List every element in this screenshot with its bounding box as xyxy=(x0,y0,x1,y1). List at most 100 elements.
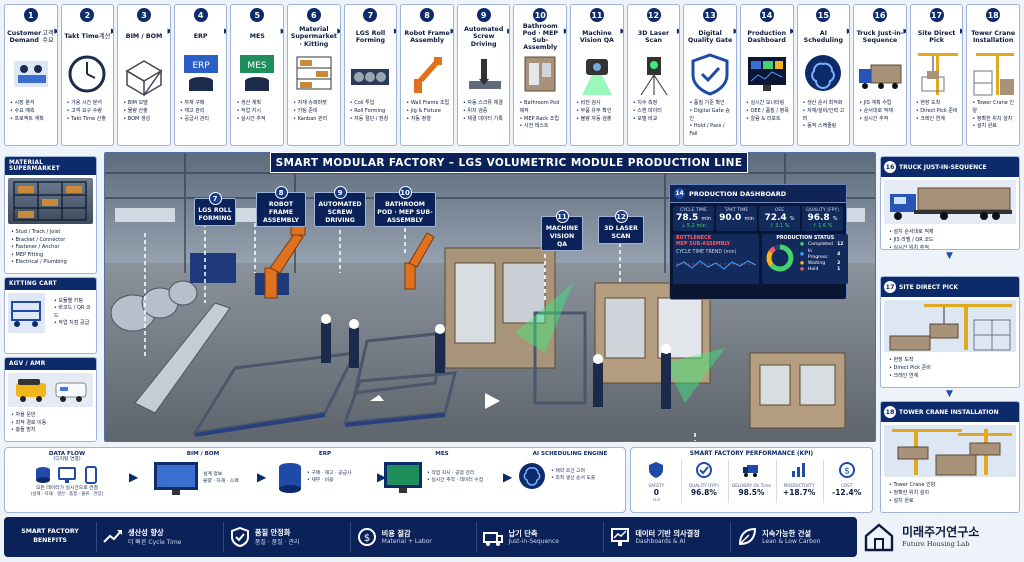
arrow-down-icon: ▼ xyxy=(946,251,953,261)
dashboard-header: 14 PRODUCTION DASHBOARD xyxy=(670,185,846,203)
step-7-icon xyxy=(347,51,393,97)
step-item: Kanban 관리 xyxy=(293,116,338,124)
step-title-text: Customer Demand xyxy=(7,29,42,44)
list-item: 실시간 위치 추적 xyxy=(889,245,1015,250)
kpi-cards: SAFETY 0 사고 QUALITY (FPY) 96.8% DELIVERY On T… xyxy=(631,457,872,504)
kpi-card: $ COST -12.4% xyxy=(823,460,869,504)
step-5: 5 MES MES 생산 계획작업 지시실시간 추적 ▶ xyxy=(230,4,285,146)
step-number: 13 xyxy=(703,8,718,22)
dashboard-icon xyxy=(611,528,630,546)
list-item: 정확한 위치 설치 xyxy=(889,490,1015,498)
step-item: Tower Crane 인양 xyxy=(972,100,1017,116)
step-16: 16 Truck Just-in-Sequence JIS 계획 수립순서대로 적재… xyxy=(853,4,907,146)
step-2-icon xyxy=(64,51,110,97)
site-image xyxy=(884,300,1016,352)
step-6: 6 Material Supermarket · Kitting 자재 슈퍼마켓키팅… xyxy=(287,4,341,146)
cost-icon: $ xyxy=(357,528,376,546)
data-flow-panel: DATA FLOW (디지털 연결) 모든 데이터가 실시간으로 연결 (설계 … xyxy=(4,447,626,513)
brain-icon xyxy=(519,463,545,489)
step-17-icon xyxy=(914,51,960,97)
step-items: Coil 투입Roll Forming자동 절단 / 펀칭 xyxy=(345,97,397,123)
step-item: 시장 분석 xyxy=(10,100,55,108)
step-subtitle: 계산 xyxy=(98,33,111,41)
step-arrow-icon: ▶ xyxy=(224,27,226,35)
data-flow-block: DATA FLOW (디지털 연결) 모든 데이터가 실시간으로 연결 (설계 … xyxy=(11,451,123,511)
step-9-icon xyxy=(461,51,507,97)
bottleneck-value: MEP SUB-ASSEMBLY xyxy=(676,242,731,248)
bim-bom-text: 설계 정보 물량 · 자재 · 스펙 xyxy=(203,472,239,484)
step-item: 품질 기준 확인 xyxy=(689,100,734,108)
truck-jis-card: 16TRUCK JUST-IN-SEQUENCE 설치 순서대로 적재JIS 라… xyxy=(880,156,1020,250)
step-title-text: LGS Roll Forming xyxy=(355,29,386,44)
monitor-icon xyxy=(58,466,76,483)
step-item: 작업 지시 xyxy=(236,108,281,116)
benefit-title: 생산성 향상 xyxy=(128,527,164,537)
step-item: Hold / Pass / Fail xyxy=(689,123,734,139)
kpi-value: 98.5% xyxy=(738,488,765,498)
step-title-text: Takt Time xyxy=(64,33,99,41)
mes-title: MES xyxy=(435,451,449,457)
tower-crane-card: 18TOWER CRANE INSTALLATION Tower Crane 인… xyxy=(880,401,1020,513)
status-donut-chart xyxy=(766,244,794,272)
step-title: AI Scheduling xyxy=(798,23,850,51)
step-item: 고객 요구 수량 xyxy=(67,108,112,116)
agv-amr-title: AGV / AMR xyxy=(5,358,96,370)
logo-title: 미래주거연구소 xyxy=(902,525,980,540)
step-items: 시장 분석수요 예측프로젝트 계획 xyxy=(5,97,57,123)
step-item: 프로젝트 계획 xyxy=(10,116,55,124)
step-item: 수요 예측 xyxy=(10,108,55,116)
page-root: 1Customer Demand고객 수요시장 분석수요 예측프로젝트 계획▶2… xyxy=(0,0,1024,562)
site-direct-pick-list: 현장 도착Direct Pick 준비크레인 연계 xyxy=(881,355,1019,383)
list-item: Stud / Track / Joist xyxy=(11,229,92,237)
hero-label-laser-scan: 12 3D LASER SCAN xyxy=(598,210,644,244)
dashboard-kpi: TAKT TIME 90.0 min xyxy=(716,206,757,231)
step-number: 7 xyxy=(363,8,378,22)
truck-title: TRUCK JUST-IN-SEQUENCE xyxy=(899,163,987,171)
step-title-text: AI Scheduling xyxy=(803,29,843,44)
logo: 미래주거연구소 Future Housing Lab xyxy=(862,517,1020,557)
step-item: 자동 절단 / 펀칭 xyxy=(350,116,395,124)
step-arrow-icon: ▶ xyxy=(847,27,849,35)
step-arrow-icon: ▶ xyxy=(507,27,509,35)
mes-screen-icon xyxy=(384,462,422,493)
benefit-item: 데이터 기반 의사결정 Dashboards & AI xyxy=(603,522,730,552)
step-number: 3 xyxy=(137,8,152,22)
step-10-icon xyxy=(517,51,563,97)
step-2: 2Takt Time계산가용 시간 분석고객 요구 수량Takt Time 산출… xyxy=(60,4,115,146)
step-18-icon xyxy=(970,51,1016,97)
quality-shield-icon xyxy=(230,526,249,548)
step-title: LGS Roll Forming xyxy=(345,23,397,51)
flow-arrow-icon: ▶ xyxy=(503,470,513,484)
step-title: Machine Vision QA xyxy=(571,23,623,51)
list-item: 작업 지점 공급 xyxy=(54,320,92,328)
step-arrow-icon: ▶ xyxy=(677,27,679,35)
data-flow-sub: (디지털 연결) xyxy=(53,457,81,462)
bim-screen-icon xyxy=(154,462,198,495)
production-status-panel: PRODUCTION STATUS ● Completed 12 ● In Progre… xyxy=(762,234,849,284)
step-12: 12 3D Laser Scan 치수 측정스캔 데이터모델 비교 ▶ xyxy=(626,4,681,146)
step-title-text: BIM / BOM xyxy=(125,33,163,41)
step-number: 1 xyxy=(23,8,38,22)
step-item: 가용 시간 분석 xyxy=(67,100,112,108)
hero-label-robot-frame: 8 ROBOT FRAME ASSEMBLY xyxy=(256,186,306,228)
step-item: 실시간 추적 xyxy=(859,116,904,124)
house-logo-icon xyxy=(864,523,894,552)
bottleneck-panel: BOTTLENECK MEP SUB-ASSEMBLY CYCLE TIME T… xyxy=(673,234,759,284)
step-number: 9 xyxy=(476,8,491,22)
step-16-icon xyxy=(857,51,903,97)
step-arrow-icon: ▶ xyxy=(790,27,792,35)
step-title-text: MES xyxy=(249,33,265,41)
step-title-text: Machine Vision QA xyxy=(579,29,614,44)
tower-crane-icon xyxy=(892,429,1012,476)
bim-bom-block: BIM / BOM 설계 정보 물량 · 자재 · 스펙 xyxy=(153,451,253,511)
crane-site-icon xyxy=(889,304,1012,351)
list-item: 바코드 / QR 코드 xyxy=(54,305,92,320)
kpi-value: 96.8% xyxy=(690,488,717,498)
step-number: 10 xyxy=(533,8,548,22)
dashboard-kpis: CYCLE TIME 78.5 min ↓ 5.2 min TAKT TIME 90.0… xyxy=(670,203,846,234)
step-7: 7 LGS Roll Forming Coil 투입Roll Forming자동 절… xyxy=(343,4,398,146)
step-title-text: Digital Quality Gate xyxy=(687,29,733,44)
step-title: Digital Quality Gate xyxy=(684,23,736,51)
shelving-image xyxy=(8,178,93,224)
step-number: 15 xyxy=(816,8,831,22)
